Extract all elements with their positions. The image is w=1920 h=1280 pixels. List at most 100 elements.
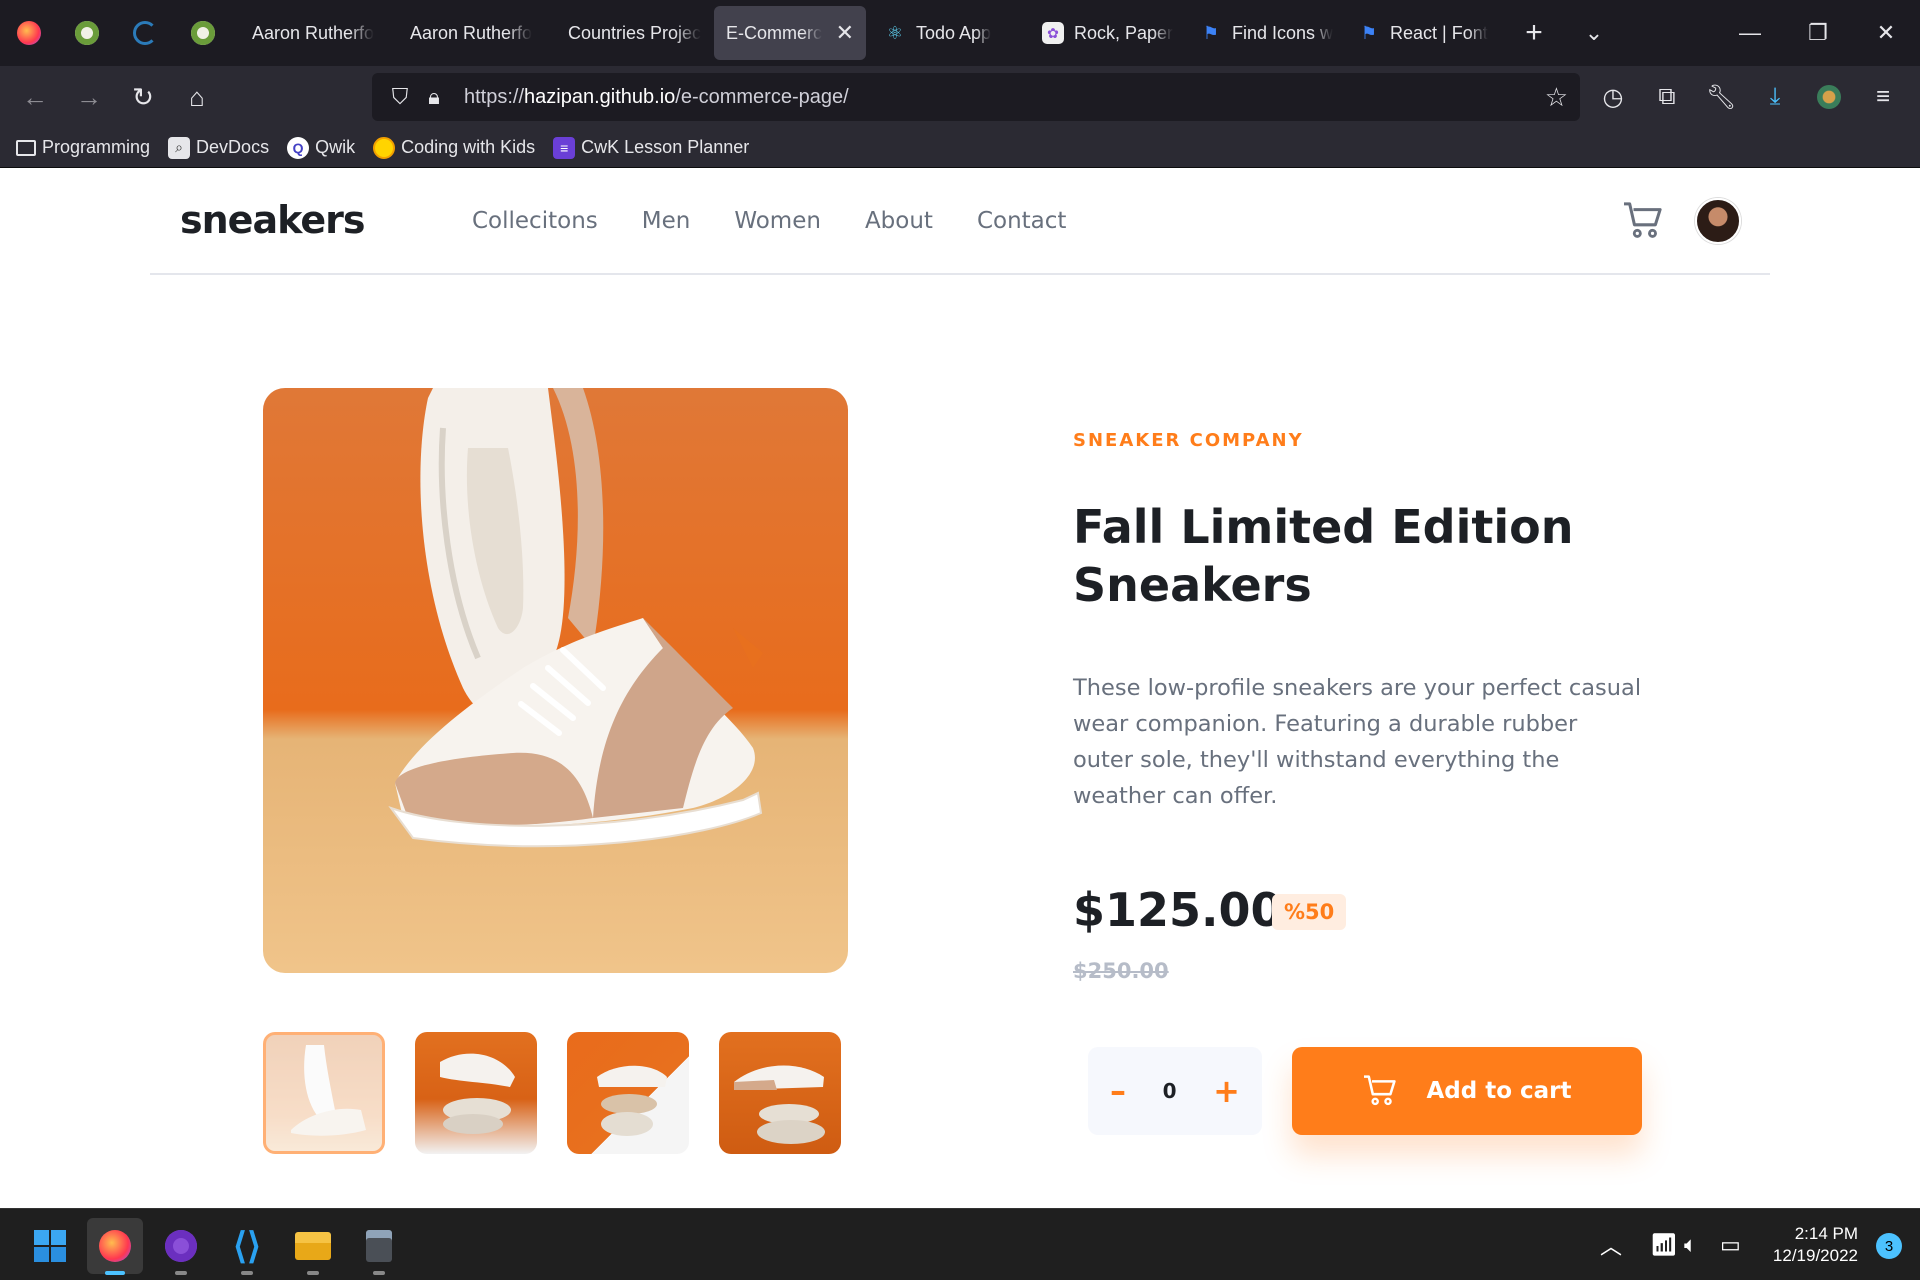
bookmark-label: DevDocs (196, 137, 270, 157)
increase-quantity-button[interactable]: + (1213, 1072, 1240, 1110)
firefox-menu-icon[interactable] (0, 0, 58, 66)
tab-countries-project[interactable]: Countries Projec (556, 6, 714, 60)
tab-label: Countries Projec (568, 22, 702, 43)
tab-aaron-rutherford-1[interactable]: Aaron Rutherfo (240, 6, 398, 60)
notification-badge[interactable]: 3 (1876, 1233, 1902, 1259)
bookmarks-toolbar: Programming ⌕ DevDocs Q Qwik Coding with… (0, 128, 1920, 168)
volume-icon[interactable]: 🔈︎ (1684, 1209, 1697, 1280)
close-window-icon[interactable]: ✕ (1852, 0, 1920, 66)
thumbnail-4[interactable] (719, 1032, 841, 1154)
discount-badge: %50 (1272, 894, 1347, 930)
list-tabs-chevron-icon[interactable]: ⌄ (1564, 0, 1624, 66)
taskbar-file-explorer-icon[interactable] (285, 1218, 341, 1275)
flag-icon: ⚑ (1202, 22, 1220, 43)
nav-men[interactable]: Men (642, 208, 691, 234)
tab-label: Rock, Paper (1074, 22, 1174, 43)
browser-tab-bar: Aaron Rutherfo Aaron Rutherfo Countries … (0, 0, 1920, 66)
sneaker-thumbnail-image (597, 1065, 667, 1136)
lock-icon[interactable]: 🔒︎ (420, 84, 448, 110)
windows-taskbar: ⟨⟩ ︿ 📶︎ 🔈︎ ▭ 2:14 PM 12/19/2022 3 (0, 1208, 1920, 1280)
flag-icon: ⚑ (1360, 22, 1378, 43)
url-bar[interactable]: ⛉ 🔒︎ https://hazipan.github.io/e-commerc… (372, 73, 1580, 121)
taskbar-github-desktop-icon[interactable] (153, 1218, 209, 1275)
battery-icon[interactable]: ▭ (1720, 1209, 1741, 1280)
wifi-icon[interactable]: 📶︎ (1650, 1209, 1678, 1280)
new-tab-icon[interactable]: + (1504, 0, 1564, 66)
bookmark-qwik[interactable]: Q Qwik (287, 136, 356, 159)
tab-label: React | Font (1390, 22, 1488, 43)
site-header: sneakers Collecitons Men Women About Con… (150, 168, 1770, 275)
rock-paper-icon: ✿ (1042, 22, 1064, 44)
shield-icon[interactable]: ⛉ (386, 84, 414, 110)
taskbar-vscode-icon[interactable]: ⟨⟩ (219, 1218, 275, 1275)
thumbnail-3[interactable] (567, 1032, 689, 1154)
bookmark-coding-with-kids[interactable]: Coding with Kids (373, 136, 536, 159)
close-tab-icon[interactable]: ✕ (836, 20, 854, 46)
show-hidden-icons-chevron-icon[interactable]: ︿ (1600, 1209, 1622, 1280)
forward-icon[interactable]: → (62, 75, 116, 119)
product-main-image[interactable] (263, 388, 848, 973)
home-icon[interactable]: ⌂ (170, 75, 224, 119)
tab-label: E-Commerce (726, 22, 822, 43)
cart-icon[interactable] (1622, 202, 1664, 240)
product-description: These low-profile sneakers are your perf… (1073, 675, 1642, 809)
minimize-icon[interactable]: — (1716, 0, 1784, 66)
hamburger-menu-icon[interactable]: ≡ (1856, 75, 1910, 119)
reload-icon[interactable]: ↻ (116, 75, 170, 119)
decrease-quantity-button[interactable]: – (1110, 1072, 1126, 1110)
pinned-tab-3[interactable] (174, 0, 232, 66)
pinned-tab-1[interactable] (58, 0, 116, 66)
bookmark-label: Programming (42, 137, 151, 157)
user-avatar[interactable] (1695, 198, 1741, 244)
product-price: $125.00 (1073, 883, 1283, 937)
tab-todo-app[interactable]: ⚛ Todo App (872, 6, 1030, 60)
coding-with-kids-icon (373, 136, 396, 159)
original-price: $250.00 (1073, 959, 1169, 983)
tab-react-font[interactable]: ⚑ React | Font (1346, 6, 1504, 60)
nav-contact[interactable]: Contact (977, 208, 1066, 234)
sneaker-thumbnail-image (291, 1045, 366, 1136)
taskbar-firefox-icon[interactable] (87, 1218, 143, 1275)
tab-label: Aaron Rutherfo (410, 22, 533, 43)
tab-rock-paper[interactable]: ✿ Rock, Paper (1030, 6, 1188, 60)
nav-about[interactable]: About (865, 208, 933, 234)
pinned-tab-2[interactable] (116, 0, 174, 66)
system-clock[interactable]: 2:14 PM 12/19/2022 (1773, 1223, 1858, 1267)
restore-icon[interactable]: ❐ (1784, 0, 1852, 66)
tab-find-icons[interactable]: ⚑ Find Icons w (1188, 6, 1346, 60)
thumbnail-1[interactable] (263, 1032, 385, 1154)
back-icon[interactable]: ← (8, 75, 62, 119)
browser-nav-bar: ← → ↻ ⌂ ⛉ 🔒︎ https://hazipan.github.io/e… (0, 66, 1920, 128)
start-windows-icon[interactable] (22, 1218, 78, 1274)
nav-collections[interactable]: Collecitons (472, 208, 598, 234)
thumbnail-2[interactable] (415, 1032, 537, 1154)
add-to-cart-button[interactable]: Add to cart (1292, 1047, 1642, 1135)
react-icon: ⚛ (886, 22, 904, 43)
url-text: https://hazipan.github.io/e-commerce-pag… (464, 85, 849, 108)
taskbar-calculator-icon[interactable] (351, 1218, 407, 1275)
bookmark-label: Coding with Kids (401, 137, 536, 157)
bookmark-programming[interactable]: Programming (16, 137, 150, 158)
history-icon[interactable]: ◷ (1586, 75, 1640, 119)
account-avatar-icon[interactable] (1802, 75, 1856, 119)
tab-label: Todo App (916, 22, 992, 43)
nav-women[interactable]: Women (734, 208, 821, 234)
product-title: Fall Limited Edition Sneakers (1073, 500, 1574, 612)
site-logo[interactable]: sneakers (180, 198, 365, 242)
company-label: SNEAKER COMPANY (1073, 430, 1304, 451)
quantity-value: 0 (1162, 1079, 1177, 1103)
bookmark-devdocs[interactable]: ⌕ DevDocs (168, 136, 270, 159)
windows-logo-icon (34, 1230, 66, 1262)
tab-label: Aaron Rutherfo (252, 22, 375, 43)
wrench-icon[interactable]: 🔧︎ (1694, 75, 1748, 119)
sneaker-illustration (388, 388, 763, 848)
tab-aaron-rutherford-2[interactable]: Aaron Rutherfo (398, 6, 556, 60)
sneaker-thumbnail-image (440, 1053, 515, 1134)
download-icon[interactable]: ⤓ (1748, 75, 1802, 119)
bookmark-star-icon[interactable]: ☆ (1545, 82, 1568, 113)
bookmark-label: Qwik (315, 137, 356, 157)
tab-e-commerce[interactable]: E-Commerce ✕ (714, 6, 866, 60)
synced-devices-icon[interactable]: ⧉ (1640, 75, 1694, 119)
site-nav: Collecitons Men Women About Contact (472, 208, 1110, 234)
bookmark-cwk-lesson-planner[interactable]: ≡ CwK Lesson Planner (553, 136, 749, 159)
